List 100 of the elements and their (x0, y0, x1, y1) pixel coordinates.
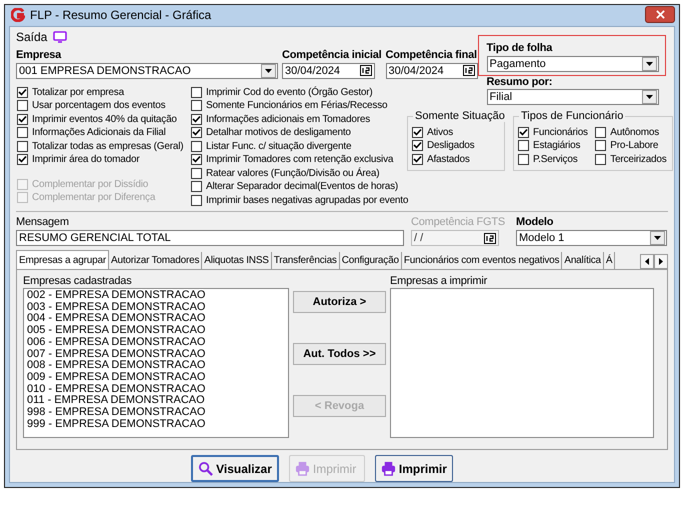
checkbox[interactable] (191, 194, 202, 206)
checkbox-label: Imprimir Tomadores com retenção exclusiva (206, 154, 394, 166)
checkbox-label: Imprimir bases negativas agrupadas por evento (206, 194, 408, 206)
field-label: Competência inicial (282, 48, 382, 62)
checkbox-label: Imprimir área do tomador (32, 154, 140, 166)
tab[interactable]: Configuração (340, 252, 402, 269)
calendar-icon[interactable] (462, 65, 475, 76)
checkbox-label: Funcionários (533, 126, 588, 138)
left-arrow-icon (645, 258, 649, 265)
checkbox-label: Ratear valores (Função/Divisão ou Área) (206, 168, 380, 179)
checkbox-label: Totalizar todas as empresas (Geral) (32, 140, 184, 152)
transfer-button[interactable]: Aut. Todos >> (293, 343, 386, 365)
checkbox-label: Informações adicionais em Tomadores (206, 114, 370, 125)
tab[interactable]: Aliquotas INSS (202, 252, 272, 269)
checkbox[interactable] (17, 154, 28, 166)
checkbox-label: Imprimir Cod do evento (Órgão Gestor) (206, 86, 373, 98)
checkbox[interactable] (17, 100, 28, 112)
print-button[interactable]: Imprimir (374, 455, 453, 482)
checkbox[interactable] (595, 126, 606, 138)
calendar-icon[interactable] (360, 65, 372, 76)
date-field[interactable]: 30/04/2024 (386, 62, 478, 78)
list-item[interactable]: 998 - EMPRESA DEMONSTRACAO (27, 407, 285, 419)
list-item[interactable]: 011 - EMPRESA DEMONSTRACAO (27, 395, 285, 408)
list-item[interactable]: 003 - EMPRESA DEMONSTRACAO (27, 302, 285, 314)
list-item[interactable]: 999 - EMPRESA DEMONSTRACAO (27, 418, 285, 430)
field-label: Modelo (516, 216, 554, 229)
group-title: Tipos de Funcionário (519, 110, 626, 122)
list-item[interactable]: 008 - EMPRESA DEMONSTRACAO (27, 360, 285, 372)
preview-button[interactable]: Visualizar (191, 455, 279, 482)
checkbox-label: Complementar por Diferença (32, 192, 156, 204)
close-icon (656, 10, 664, 19)
checkbox[interactable] (595, 154, 606, 165)
checkbox[interactable] (191, 140, 202, 152)
checkbox-label: Estagiários (533, 140, 580, 152)
scroll-left-button[interactable] (640, 254, 654, 269)
checkbox[interactable] (518, 140, 529, 152)
scroll-right-button[interactable] (654, 254, 668, 269)
checkbox[interactable] (412, 140, 423, 152)
date-field[interactable]: 30/04/2024 (282, 62, 375, 78)
field-label: Empresa (16, 48, 62, 62)
list-item[interactable]: 009 - EMPRESA DEMONSTRACAO (27, 372, 285, 384)
tab[interactable]: Á (604, 252, 616, 269)
checkbox[interactable] (191, 168, 202, 179)
checkbox-label: Desligados (427, 140, 474, 152)
checkbox[interactable] (17, 140, 28, 152)
checkbox-label: Informações Adicionais da Filial (32, 127, 166, 138)
field-label: Tipo de folha (486, 42, 554, 54)
checkbox-label: Afastados (427, 154, 470, 165)
summary-by-dropdown[interactable]: Filial (486, 88, 659, 104)
list-item[interactable]: 006 - EMPRESA DEMONSTRACAO (27, 336, 285, 349)
app-logo-icon (11, 8, 25, 22)
checkbox-label: Usar porcentagem dos eventos (32, 100, 166, 112)
tab[interactable]: Autorizar Tomadores (109, 252, 202, 269)
checkbox[interactable] (17, 114, 28, 125)
checkbox[interactable] (595, 140, 606, 152)
payroll-type-dropdown[interactable]: Pagamento (486, 56, 659, 72)
close-button[interactable] (645, 6, 675, 23)
list-box[interactable] (23, 288, 289, 438)
checkbox-label: Imprimir eventos 40% da quitação (32, 114, 177, 125)
monitor-icon[interactable] (53, 30, 68, 42)
list-item[interactable]: 004 - EMPRESA DEMONSTRACAO (27, 313, 285, 326)
transfer-button[interactable]: Autoriza > (293, 291, 386, 313)
search-icon (198, 461, 214, 476)
checkbox-label: Autônomos (610, 126, 660, 138)
checkbox[interactable] (191, 154, 202, 166)
checkbox[interactable] (191, 86, 202, 98)
checkbox[interactable] (17, 127, 28, 138)
right-arrow-icon (659, 258, 663, 265)
checkbox-label: Alterar Separador decimal(Eventos de horas) (206, 181, 398, 192)
tab[interactable]: Analítica (562, 252, 604, 269)
printer-icon (294, 461, 310, 476)
window-title: FLP - Resumo Gerencial - Gráfica (30, 8, 212, 22)
list-item[interactable]: 005 - EMPRESA DEMONSTRACAO (27, 325, 285, 337)
checkbox[interactable] (412, 154, 423, 165)
company-dropdown[interactable]: 001 EMPRESA DEMONSTRACAO (16, 62, 278, 78)
list-item[interactable]: 007 - EMPRESA DEMONSTRACAO (27, 348, 285, 360)
list-item[interactable]: 002 - EMPRESA DEMONSTRACAO (27, 290, 285, 302)
checkbox[interactable] (191, 181, 202, 192)
checkbox[interactable] (191, 114, 202, 125)
checkbox-label: Complementar por Dissídio (32, 178, 148, 190)
checkbox[interactable] (412, 126, 423, 138)
checkbox[interactable] (518, 154, 529, 165)
list-item[interactable]: 010 - EMPRESA DEMONSTRACAO (27, 384, 285, 396)
message-field[interactable]: RESUMO GERENCIAL TOTAL (16, 230, 404, 246)
checkbox-label: P.Serviços (533, 154, 578, 165)
tab[interactable]: Transferências (272, 252, 340, 269)
checkbox-label: Somente Funcionários em Férias/Recesso (206, 100, 388, 112)
checkbox-label: Listar Func. c/ situação divergente (206, 140, 352, 152)
checkbox[interactable] (17, 86, 28, 98)
menu-item[interactable]: Saída (16, 30, 48, 44)
checkbox[interactable] (191, 127, 202, 138)
tab[interactable]: Funcionários com eventos negativos (402, 252, 562, 269)
model-dropdown[interactable]: Modelo 1 (516, 230, 668, 246)
checkbox[interactable] (518, 126, 529, 138)
checkbox-label: Pro-Labore (610, 140, 658, 152)
checkbox-label: Ativos (427, 126, 454, 138)
tab[interactable]: Empresas a agrupar (16, 250, 110, 269)
list-label: Empresas cadastradas (23, 275, 132, 288)
checkbox[interactable] (191, 100, 202, 112)
printer-icon (380, 461, 396, 476)
